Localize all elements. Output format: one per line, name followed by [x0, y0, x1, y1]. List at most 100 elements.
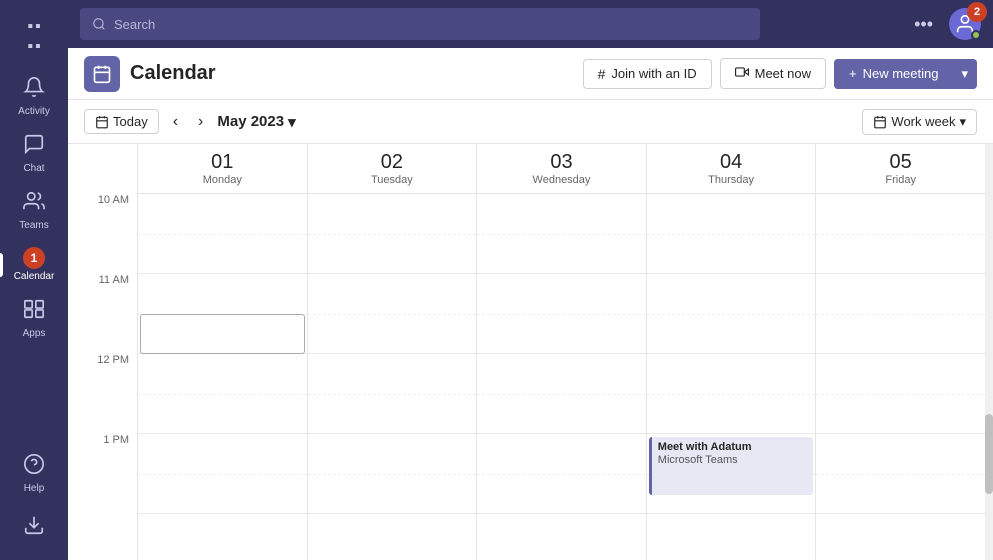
chat-icon: [23, 133, 45, 161]
day-name-thursday: Thursday: [708, 174, 754, 186]
event-subtitle: Microsoft Teams: [658, 454, 808, 466]
plus-icon: +: [849, 66, 857, 81]
sidebar-item-apps-grid[interactable]: ▪▪ ▪▪: [0, 8, 68, 64]
hash-icon: #: [598, 66, 606, 82]
sidebar-item-activity[interactable]: Activity: [0, 68, 68, 125]
activity-icon: [23, 76, 45, 104]
hour-line: [477, 274, 646, 354]
day-num-thursday: 04: [720, 151, 742, 174]
teams-label: Teams: [19, 220, 48, 231]
time-slot-11am: 11 AM: [68, 274, 137, 354]
header-buttons: # Join with an ID Meet now + Ne: [583, 58, 977, 89]
day-name-monday: Monday: [203, 174, 242, 186]
meet-now-button[interactable]: Meet now: [720, 58, 826, 89]
apps-label: Apps: [23, 328, 46, 339]
sidebar-item-chat[interactable]: Chat: [0, 125, 68, 182]
topbar: Search ••• 2: [68, 0, 993, 48]
hour-line: [138, 194, 307, 274]
calendar-nav: Today ‹ › May 2023 ▾ Work week ▾: [68, 100, 993, 144]
calendar-badge: 1: [23, 247, 45, 269]
new-meeting-button[interactable]: + New meeting: [834, 59, 952, 89]
hour-line: [816, 434, 985, 514]
view-selector[interactable]: Work week ▾: [862, 109, 977, 135]
topbar-right: ••• 2: [910, 8, 981, 40]
days-container: 01 Monday 02 T: [138, 144, 985, 560]
download-icon: [23, 514, 45, 542]
chevron-down-icon: ▾: [961, 66, 968, 82]
prev-button[interactable]: ‹: [167, 109, 184, 135]
empty-event-block[interactable]: [140, 314, 305, 354]
day-name-wednesday: Wednesday: [533, 174, 591, 186]
time-slot-1pm: 1 PM: [68, 434, 137, 514]
more-options-button[interactable]: •••: [910, 10, 937, 39]
teams-icon: [23, 190, 45, 218]
avatar-container: 2: [949, 8, 981, 40]
hour-line: [647, 354, 816, 434]
hour-line: [647, 194, 816, 274]
calendar-label: Calendar: [14, 271, 55, 282]
calendar-grid: 10 AM 11 AM 12 PM 1 PM 01 Monday: [68, 144, 993, 560]
calendar-icon-box: [84, 56, 120, 92]
hour-line: [477, 434, 646, 514]
online-status-dot: [971, 30, 981, 40]
join-with-id-button[interactable]: # Join with an ID: [583, 59, 712, 89]
time-column: 10 AM 11 AM 12 PM 1 PM: [68, 144, 138, 560]
day-header-monday: 01 Monday: [138, 144, 307, 194]
search-box[interactable]: Search: [80, 8, 760, 40]
day-slots-friday[interactable]: [816, 194, 985, 560]
day-column-tuesday: 02 Tuesday: [308, 144, 478, 560]
apps-icon: [23, 298, 45, 326]
sidebar-item-download[interactable]: [19, 506, 49, 552]
day-slots-tuesday[interactable]: [308, 194, 477, 560]
hour-line: [647, 274, 816, 354]
day-slots-monday[interactable]: [138, 194, 307, 560]
day-slots-wednesday[interactable]: [477, 194, 646, 560]
today-button[interactable]: Today: [84, 109, 159, 134]
next-button[interactable]: ›: [192, 109, 209, 135]
event-title: Meet with Adatum: [658, 441, 808, 453]
sidebar-item-calendar[interactable]: 1 Calendar: [0, 239, 68, 290]
hour-line: [477, 194, 646, 274]
new-meeting-dropdown-button[interactable]: ▾: [952, 59, 977, 89]
month-year-label: May 2023: [217, 113, 284, 130]
calendar-title: Calendar: [84, 56, 216, 92]
day-slots-thursday[interactable]: Meet with Adatum Microsoft Teams: [647, 194, 816, 560]
sidebar-item-apps[interactable]: Apps: [0, 290, 68, 347]
day-header-friday: 05 Friday: [816, 144, 985, 194]
day-num-friday: 05: [890, 151, 912, 174]
day-num-tuesday: 02: [381, 151, 403, 174]
day-header-wednesday: 03 Wednesday: [477, 144, 646, 194]
scroll-thumb[interactable]: [985, 414, 993, 494]
calendar-header: Calendar # Join with an ID Meet now: [68, 48, 993, 100]
apps-grid-icon: ▪▪ ▪▪: [27, 18, 40, 56]
hour-line: [308, 434, 477, 514]
day-num-monday: 01: [211, 151, 233, 174]
time-slot-12pm: 12 PM: [68, 354, 137, 434]
search-placeholder: Search: [114, 17, 155, 32]
event-block-adatum[interactable]: Meet with Adatum Microsoft Teams: [649, 437, 814, 495]
view-icon: [873, 115, 887, 129]
calendar-icon: [92, 64, 112, 84]
help-label: Help: [24, 483, 45, 494]
activity-label: Activity: [18, 106, 50, 117]
page-title: Calendar: [130, 62, 216, 85]
today-label: Today: [113, 114, 148, 129]
day-column-friday: 05 Friday: [816, 144, 985, 560]
hour-line: [816, 274, 985, 354]
month-selector[interactable]: May 2023 ▾: [217, 113, 295, 131]
chat-label: Chat: [23, 163, 44, 174]
calendar-today-icon: [95, 115, 109, 129]
sidebar-item-teams[interactable]: Teams: [0, 182, 68, 239]
help-icon: [23, 453, 45, 481]
sidebar-bottom: Help: [19, 445, 49, 552]
scroll-track[interactable]: [985, 144, 993, 560]
video-icon: [735, 65, 749, 82]
day-header-thursday: 04 Thursday: [647, 144, 816, 194]
day-name-friday: Friday: [885, 174, 916, 186]
notification-badge: 2: [967, 2, 987, 22]
search-icon: [92, 17, 106, 31]
sidebar-item-help[interactable]: Help: [19, 445, 49, 502]
sidebar: ▪▪ ▪▪ Activity Chat T: [0, 0, 68, 560]
hour-line: [477, 354, 646, 434]
day-column-monday: 01 Monday: [138, 144, 308, 560]
